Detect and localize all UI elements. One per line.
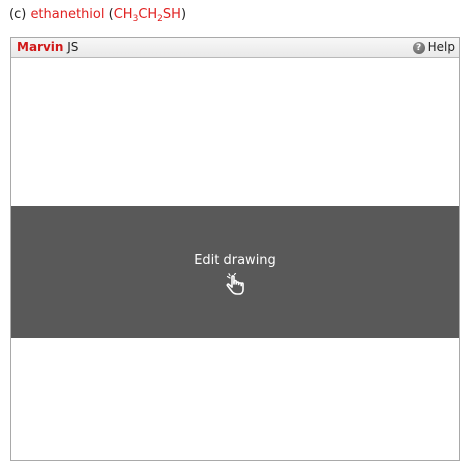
help-button[interactable]: ? Help	[412, 40, 455, 55]
edit-drawing-label: Edit drawing	[194, 253, 276, 268]
marvin-brand: Marvin JS	[17, 40, 78, 55]
hand-pointer-icon	[226, 273, 244, 295]
widget-titlebar: Marvin JS ? Help	[11, 38, 459, 58]
brand-suffix: JS	[67, 40, 79, 54]
compound-formula: CH3CH2SH	[113, 7, 181, 24]
formula-close-paren: )	[180, 7, 187, 22]
question-circle-icon: ?	[412, 41, 425, 54]
question-label: (c) ethanethiol (CH3CH2SH)	[9, 6, 186, 24]
marvin-js-widget: Marvin JS ? Help Edit drawing	[10, 37, 460, 461]
help-label: Help	[427, 40, 455, 54]
edit-drawing-overlay[interactable]: Edit drawing	[11, 206, 459, 338]
question-prefix: (c)	[9, 7, 27, 22]
brand-name: Marvin	[17, 40, 64, 54]
compound-name: ethanethiol	[30, 7, 105, 22]
